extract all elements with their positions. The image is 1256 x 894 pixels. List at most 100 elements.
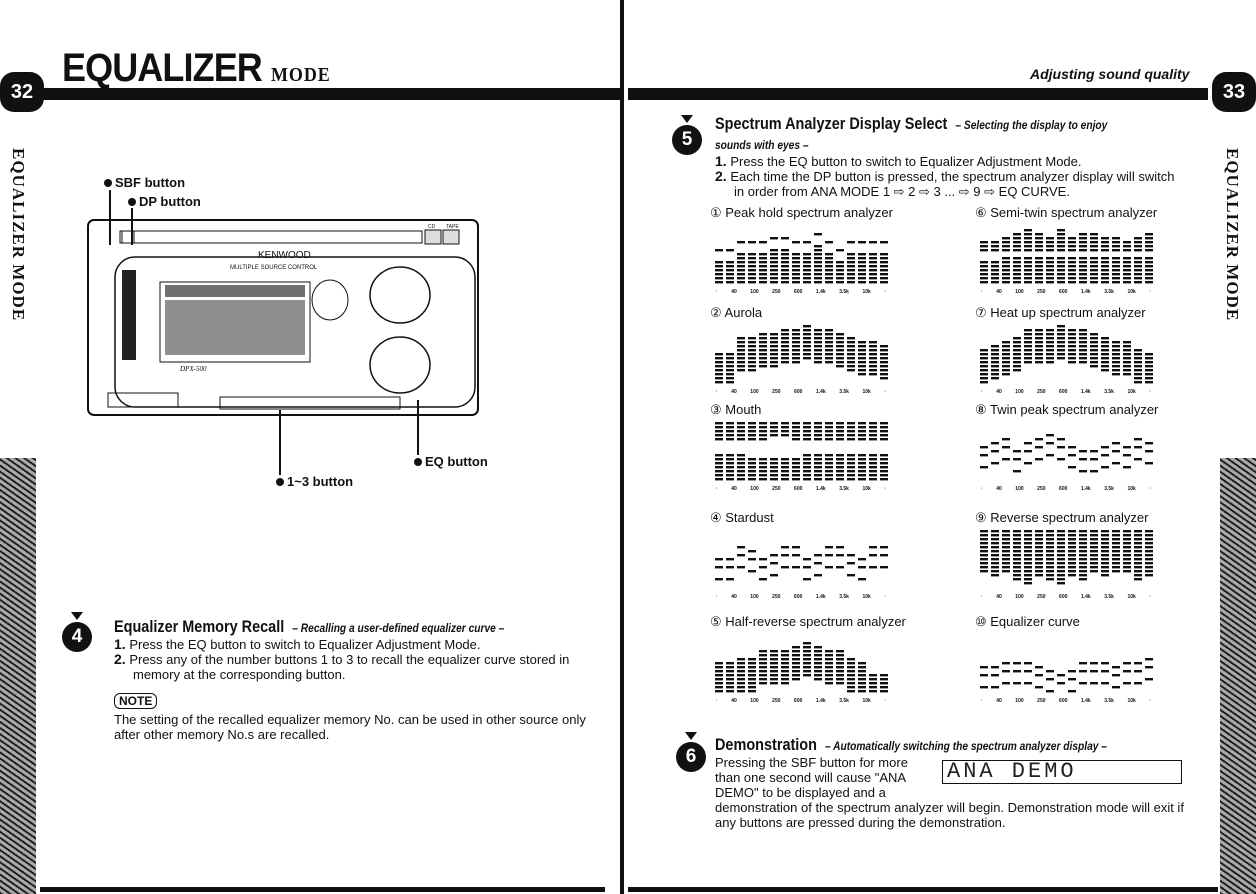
spectrum-segment — [781, 546, 789, 549]
spectrum-segment — [770, 474, 778, 477]
spectrum-segment — [880, 462, 888, 465]
spectrum-segment — [737, 690, 745, 693]
spectrum-segment — [1046, 349, 1054, 352]
spectrum-segment — [1002, 558, 1010, 561]
spectrum-segment — [1013, 369, 1021, 372]
spectrum-segment — [759, 349, 767, 352]
spectrum-segment — [980, 454, 988, 457]
spectrum-segment — [1090, 349, 1098, 352]
spectrum-segment — [991, 353, 999, 356]
spectrum-segment — [991, 546, 999, 549]
spectrum-segment — [1013, 550, 1021, 553]
spectrum-segment — [748, 470, 756, 473]
spectrum-segment — [1013, 341, 1021, 344]
frequency-tick: · — [981, 594, 983, 600]
spectrum-segment — [737, 662, 745, 665]
spectrum-segment — [770, 682, 778, 685]
spectrum-segment — [1035, 329, 1043, 332]
spectrum-segment — [880, 277, 888, 280]
spectrum-segment — [1002, 353, 1010, 356]
spectrum-segment — [1013, 345, 1021, 348]
spectrum-segment — [1046, 241, 1054, 244]
frequency-tick: 1.4k — [1080, 486, 1091, 492]
spectrum-display — [980, 530, 1153, 585]
spectrum-segment — [1134, 534, 1142, 537]
frequency-tick: 10k — [862, 389, 871, 395]
spectrum-segment — [1145, 241, 1153, 244]
spectrum-segment — [781, 253, 789, 256]
spectrum-segment — [858, 430, 866, 433]
spectrum-segment — [770, 257, 778, 260]
spectrum-segment — [1035, 570, 1043, 573]
spectrum-segment — [748, 365, 756, 368]
spectrum-segment — [781, 466, 789, 469]
spectrum-segment — [847, 474, 855, 477]
spectrum-segment — [1068, 349, 1076, 352]
spectrum-segment — [770, 353, 778, 356]
spectrum-segment — [803, 325, 811, 328]
spectrum-segment — [1112, 442, 1120, 445]
spectrum-segment — [781, 678, 789, 681]
spectrum-segment — [748, 478, 756, 481]
spectrum-segment — [1013, 558, 1021, 561]
spectrum-segment — [991, 530, 999, 533]
spectrum-segment — [1002, 257, 1010, 260]
spectrum-segment — [814, 458, 822, 461]
spectrum-segment — [803, 662, 811, 665]
spectrum-segment — [715, 438, 723, 441]
spectrum-segment — [858, 662, 866, 665]
spectrum-segment — [1145, 245, 1153, 248]
spectrum-segment — [869, 365, 877, 368]
spectrum-segment — [869, 349, 877, 352]
frequency-tick: 100 — [1015, 389, 1024, 395]
spectrum-segment — [792, 361, 800, 364]
spectrum-segment — [880, 357, 888, 360]
spectrum-segment — [869, 357, 877, 360]
spectrum-segment — [1134, 265, 1142, 268]
spectrum-segment — [847, 241, 855, 244]
section4-step-1: 1. Press the EQ button to switch to Equa… — [114, 637, 594, 653]
spectrum-segment — [847, 253, 855, 256]
spectrum-segment — [836, 426, 844, 429]
spectrum-segment — [737, 349, 745, 352]
spectrum-segment — [759, 365, 767, 368]
spectrum-segment — [847, 369, 855, 372]
spectrum-segment — [1046, 550, 1054, 553]
frequency-ticks: · 40 100 250 600 1.4k 3.5k 10k · — [716, 594, 886, 600]
spectrum-segment — [803, 646, 811, 649]
spectrum-segment — [1024, 241, 1032, 244]
step-text: Each time the DP button is pressed, the … — [730, 169, 1175, 199]
spectrum-segment — [980, 542, 988, 545]
section4: Equalizer Memory Recall – Recalling a us… — [114, 617, 594, 742]
spectrum-segment — [980, 261, 988, 264]
spectrum-segment — [1101, 257, 1109, 260]
spectrum-segment — [869, 478, 877, 481]
spectrum-segment — [1068, 570, 1076, 573]
spectrum-segment — [847, 337, 855, 340]
spectrum-segment — [980, 365, 988, 368]
spectrum-segment — [1002, 458, 1010, 461]
frequency-tick: 1.4k — [1080, 389, 1091, 395]
spectrum-segment — [980, 277, 988, 280]
spectrum-segment — [869, 373, 877, 376]
spectrum-segment — [770, 670, 778, 673]
spectrum-segment — [737, 434, 745, 437]
spectrum-segment — [1145, 369, 1153, 372]
spectrum-segment — [858, 241, 866, 244]
spectrum-segment — [1057, 682, 1065, 685]
spectrum-segment — [715, 353, 723, 356]
spectrum-segment — [1112, 534, 1120, 537]
spectrum-segment — [1134, 369, 1142, 372]
frequency-tick: 10k — [862, 698, 871, 704]
spectrum-segment — [715, 281, 723, 284]
frequency-tick: 100 — [750, 289, 759, 295]
frequency-ticks: · 40 100 250 600 1.4k 3.5k 10k · — [716, 389, 886, 395]
spectrum-segment — [1145, 574, 1153, 577]
spectrum-segment — [836, 438, 844, 441]
spectrum-segment — [1057, 241, 1065, 244]
spectrum-segment — [1123, 550, 1131, 553]
spectrum-segment — [1046, 558, 1054, 561]
spectrum-segment — [858, 345, 866, 348]
spectrum-segment — [781, 462, 789, 465]
spectrum-segment — [825, 357, 833, 360]
